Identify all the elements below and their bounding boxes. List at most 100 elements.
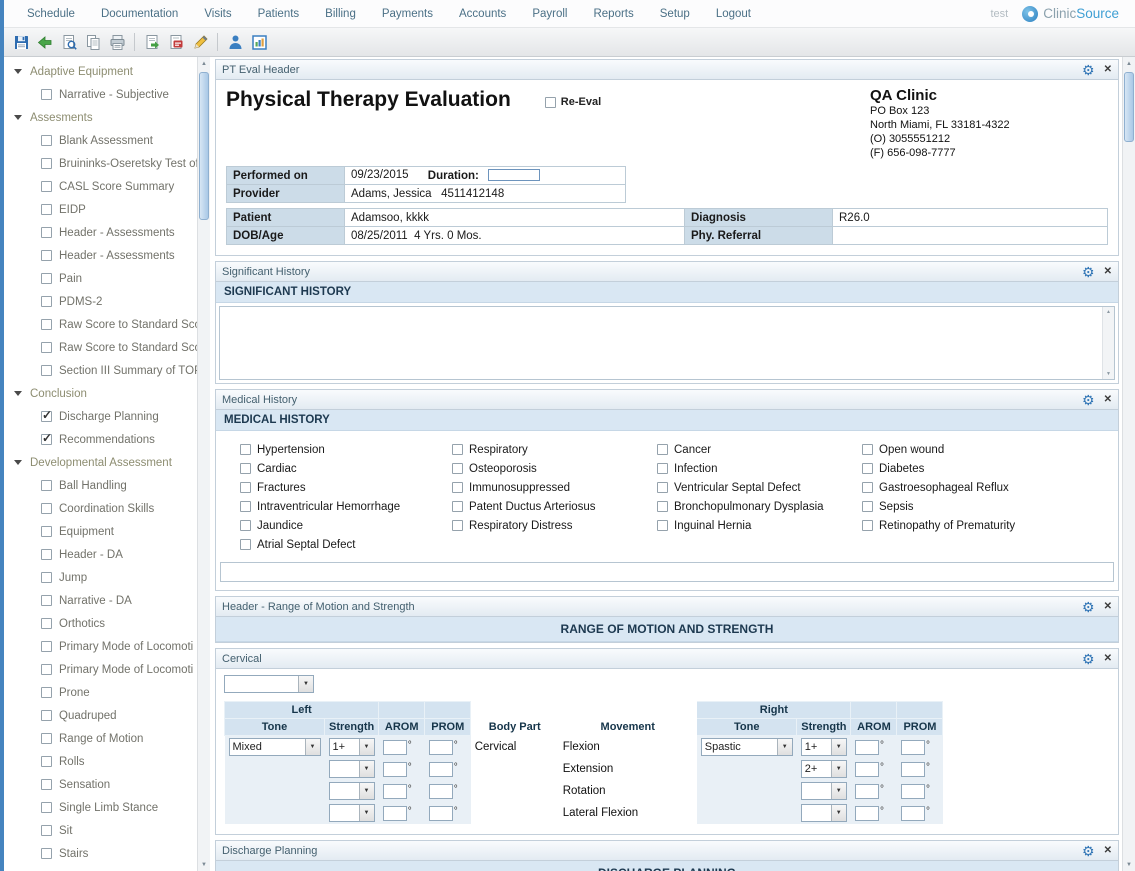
nav-menu-item[interactable]: Patients xyxy=(245,8,313,20)
medical-history-option[interactable]: Respiratory xyxy=(452,440,657,459)
right-arom-input[interactable] xyxy=(855,762,879,777)
settings-gear-icon[interactable] xyxy=(1082,393,1095,407)
scroll-up-arrow-icon[interactable] xyxy=(198,57,210,70)
export-word-icon[interactable] xyxy=(141,31,163,53)
collapse-arrow-icon[interactable] xyxy=(14,69,22,74)
nav-menu-item[interactable]: Accounts xyxy=(446,8,519,20)
section-checkbox[interactable] xyxy=(41,664,52,675)
checkbox[interactable] xyxy=(657,444,668,455)
checkbox[interactable] xyxy=(545,97,556,108)
collapse-arrow-icon[interactable] xyxy=(14,115,22,120)
medical-history-option[interactable]: Bronchopulmonary Dysplasia xyxy=(657,497,862,516)
nav-menu-item[interactable]: Documentation xyxy=(88,8,191,20)
scroll-down-arrow-icon[interactable] xyxy=(1123,858,1135,871)
tree-row[interactable]: Pain xyxy=(4,267,197,290)
checkbox[interactable] xyxy=(452,463,463,474)
nav-menu-item[interactable]: Schedule xyxy=(14,8,88,20)
medical-history-option[interactable]: Atrial Septal Defect xyxy=(240,535,452,554)
tree-row[interactable]: Header - DA xyxy=(4,543,197,566)
tree-row[interactable]: Jump xyxy=(4,566,197,589)
panel-drag-bar[interactable]: Discharge Planning xyxy=(216,841,1118,861)
section-checkbox[interactable] xyxy=(41,756,52,767)
section-checkbox[interactable] xyxy=(41,733,52,744)
checkbox[interactable] xyxy=(240,539,251,550)
left-arom-input[interactable] xyxy=(383,740,407,755)
tree-row[interactable]: Section III Summary of TOP xyxy=(4,359,197,382)
left-arom-input[interactable] xyxy=(383,762,407,777)
close-icon[interactable] xyxy=(1104,64,1112,75)
scrollbar-thumb[interactable] xyxy=(199,72,209,220)
medical-history-option[interactable]: Cancer xyxy=(657,440,862,459)
section-checkbox[interactable] xyxy=(41,503,52,514)
left-strength-select[interactable] xyxy=(329,782,375,800)
settings-gear-icon[interactable] xyxy=(1082,600,1095,614)
tree-row[interactable]: Equipment xyxy=(4,520,197,543)
section-checkbox[interactable] xyxy=(41,227,52,238)
tree-row[interactable]: Conclusion xyxy=(4,382,197,405)
tree-row[interactable]: Quadruped xyxy=(4,704,197,727)
section-checkbox[interactable] xyxy=(41,411,52,422)
tree-row[interactable]: Adaptive Equipment xyxy=(4,60,197,83)
medical-history-option[interactable]: Ventricular Septal Defect xyxy=(657,478,862,497)
checkbox[interactable] xyxy=(862,482,873,493)
save-icon[interactable] xyxy=(10,31,32,53)
checkbox[interactable] xyxy=(240,444,251,455)
section-checkbox[interactable] xyxy=(41,342,52,353)
nav-menu-item[interactable]: Logout xyxy=(703,8,764,20)
tree-row[interactable]: CASL Score Summary xyxy=(4,175,197,198)
tree-row[interactable]: Sensation xyxy=(4,773,197,796)
tree-row[interactable]: Stairs xyxy=(4,842,197,865)
left-prom-input[interactable] xyxy=(429,784,453,799)
right-strength-select[interactable] xyxy=(801,804,847,822)
medical-history-option[interactable]: Fractures xyxy=(240,478,452,497)
medical-history-option[interactable]: Sepsis xyxy=(862,497,1118,516)
nav-menu-item[interactable]: Payroll xyxy=(519,8,580,20)
section-checkbox[interactable] xyxy=(41,434,52,445)
checkbox[interactable] xyxy=(657,482,668,493)
checkbox[interactable] xyxy=(862,520,873,531)
scroll-down-arrow-icon[interactable] xyxy=(198,858,210,871)
checkbox[interactable] xyxy=(240,501,251,512)
re-eval-checkbox[interactable]: Re-Eval xyxy=(545,96,601,108)
scrollbar-thumb[interactable] xyxy=(1124,72,1134,142)
medical-history-option[interactable]: Respiratory Distress xyxy=(452,516,657,535)
tree-row[interactable]: Ball Handling xyxy=(4,474,197,497)
section-checkbox[interactable] xyxy=(41,779,52,790)
right-strength-select[interactable] xyxy=(801,782,847,800)
sidebar-scrollbar[interactable] xyxy=(197,57,210,871)
section-checkbox[interactable] xyxy=(41,641,52,652)
collapse-arrow-icon[interactable] xyxy=(14,460,22,465)
tree-row[interactable]: Orthotics xyxy=(4,612,197,635)
section-checkbox[interactable] xyxy=(41,135,52,146)
left-strength-select[interactable]: 1+ xyxy=(329,738,375,756)
tree-row[interactable]: Single Limb Stance xyxy=(4,796,197,819)
nav-menu-item[interactable]: Reports xyxy=(580,8,646,20)
right-prom-input[interactable] xyxy=(901,740,925,755)
medical-history-other-input[interactable] xyxy=(220,562,1114,582)
left-arom-input[interactable] xyxy=(383,784,407,799)
left-strength-select[interactable] xyxy=(329,804,375,822)
collapse-arrow-icon[interactable] xyxy=(14,391,22,396)
tree-row[interactable]: Header - Assessments xyxy=(4,221,197,244)
right-strength-select[interactable]: 1+ xyxy=(801,738,847,756)
section-checkbox[interactable] xyxy=(41,572,52,583)
tree-row[interactable]: Primary Mode of Locomoti xyxy=(4,635,197,658)
duration-input[interactable] xyxy=(488,169,540,181)
section-checkbox[interactable] xyxy=(41,181,52,192)
print-icon[interactable] xyxy=(106,31,128,53)
left-prom-input[interactable] xyxy=(429,740,453,755)
left-prom-input[interactable] xyxy=(429,806,453,821)
medical-history-option[interactable]: Patent Ductus Arteriosus xyxy=(452,497,657,516)
section-checkbox[interactable] xyxy=(41,158,52,169)
right-prom-input[interactable] xyxy=(901,784,925,799)
textarea-scrollbar[interactable] xyxy=(1102,307,1114,379)
reports-icon[interactable] xyxy=(248,31,270,53)
left-arom-input[interactable] xyxy=(383,806,407,821)
cervical-template-select[interactable] xyxy=(224,675,314,693)
checkbox[interactable] xyxy=(452,501,463,512)
edit-pencil-icon[interactable] xyxy=(189,31,211,53)
medical-history-option[interactable]: Infection xyxy=(657,459,862,478)
tree-row[interactable]: Prone xyxy=(4,681,197,704)
left-prom-input[interactable] xyxy=(429,762,453,777)
section-checkbox[interactable] xyxy=(41,687,52,698)
